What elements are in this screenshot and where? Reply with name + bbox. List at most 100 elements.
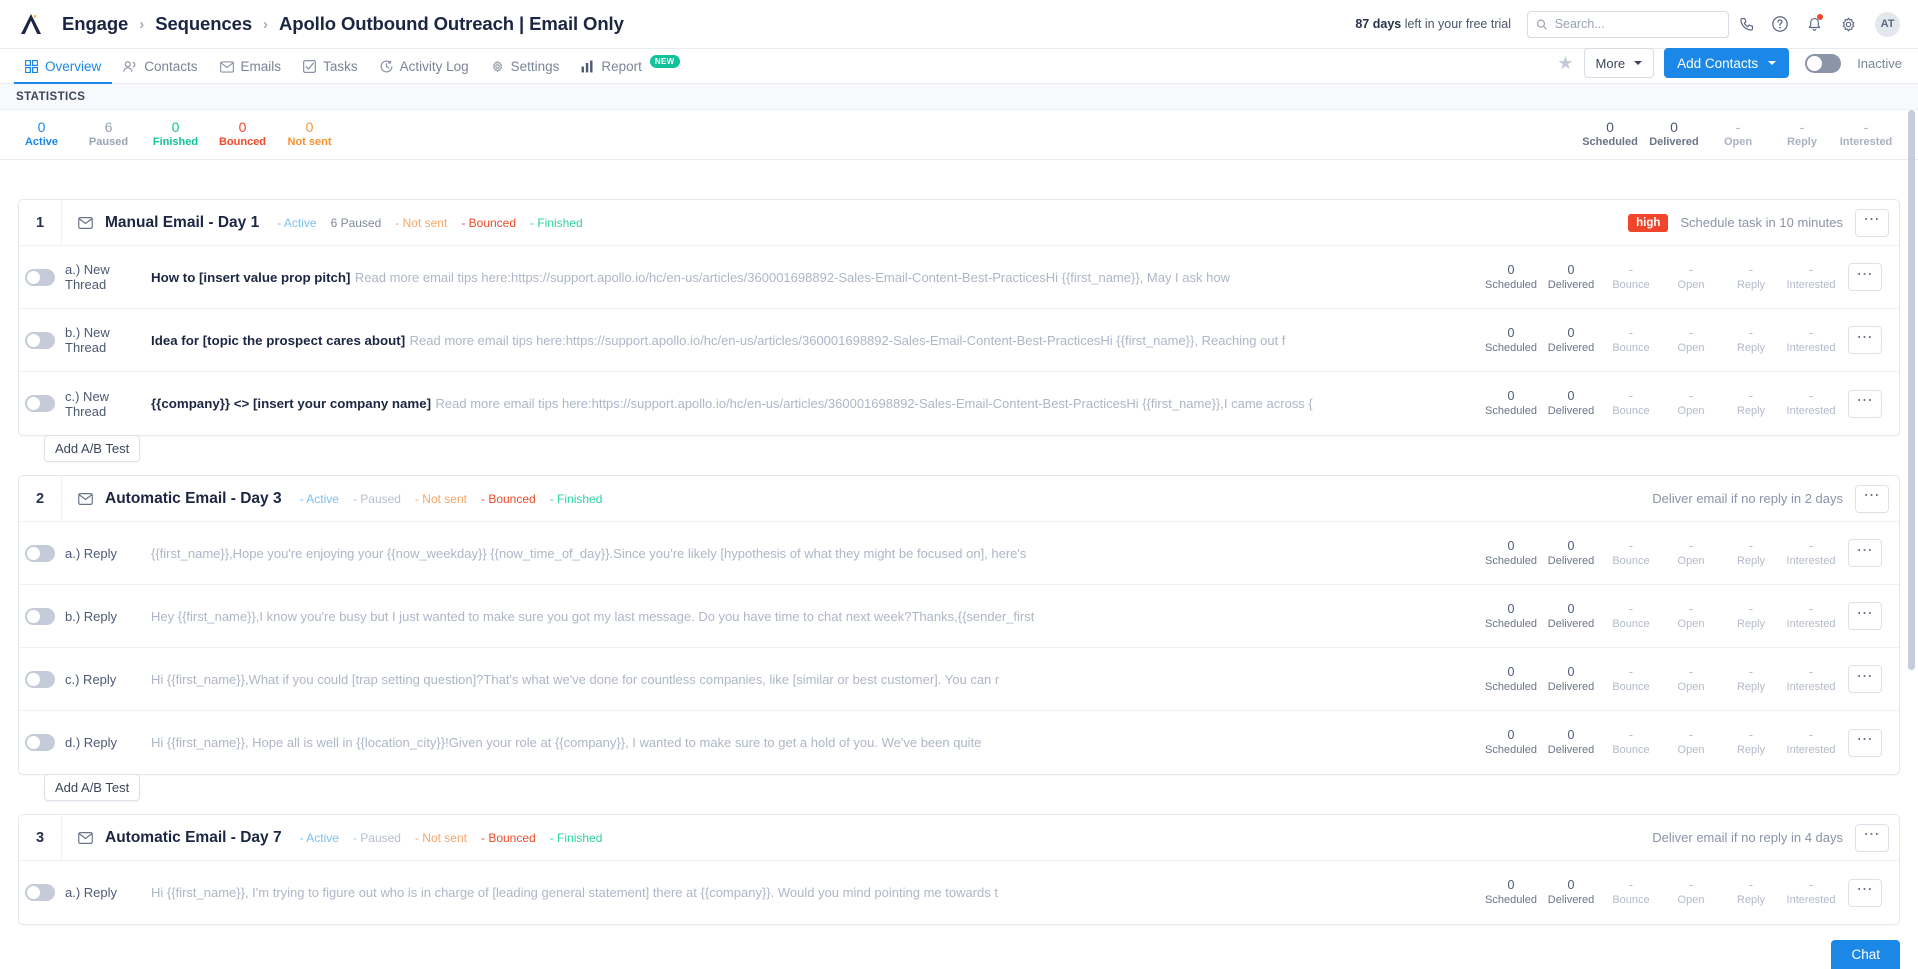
row-stat-value: - <box>1628 325 1634 340</box>
apollo-logo-icon[interactable] <box>14 7 48 41</box>
row-stat-interested: - Interested <box>1781 538 1841 569</box>
sequence-steps-scroll-area[interactable]: 1 Manual Email - Day 1 - Active 6 Paused - N… <box>0 186 1918 969</box>
row-stat-label: Bounce <box>1612 894 1650 906</box>
tab-bar: Overview Contacts Emails Tasks Activity … <box>0 48 1918 84</box>
email-content[interactable]: {{first_name}},Hope you're enjoying your… <box>151 543 1481 564</box>
gear-icon[interactable] <box>1831 7 1865 41</box>
variant-enable-toggle[interactable] <box>25 395 55 412</box>
step-chip: - Finished <box>530 215 583 230</box>
variant-options-button[interactable]: ⋯ <box>1848 602 1882 630</box>
add-ab-test-button[interactable]: Add A/B Test <box>44 774 141 801</box>
variant-enable-toggle[interactable] <box>25 607 55 625</box>
phone-icon[interactable] <box>1729 7 1763 41</box>
variant-options-cell: ⋯ <box>1841 665 1889 693</box>
variant-label: b.) Reply <box>65 608 118 624</box>
variant-stats: 0 Scheduled 0 Delivered - Bounce - Open … <box>1481 262 1841 293</box>
variant-options-button[interactable]: ⋯ <box>1848 878 1882 907</box>
email-content[interactable]: {{company}} <> [insert your company name… <box>151 393 1481 414</box>
add-contacts-button[interactable]: Add Contacts <box>1664 48 1790 78</box>
row-stat-value: - <box>1628 601 1634 616</box>
avatar[interactable]: AT <box>1875 11 1900 37</box>
step-options-button[interactable]: ⋯ <box>1855 823 1889 852</box>
row-stat-scheduled: 0 Scheduled <box>1481 388 1541 419</box>
email-content[interactable]: Hi {{first_name}}, I'm trying to figure … <box>151 882 1481 903</box>
search-input[interactable] <box>1554 17 1720 31</box>
email-variant-row[interactable]: a.) New Thread How to [insert value prop … <box>19 246 1899 309</box>
email-variant-row[interactable]: a.) Reply Hi {{first_name}}, I'm trying t… <box>19 861 1899 924</box>
variant-options-button[interactable]: ⋯ <box>1848 326 1882 354</box>
row-stat-interested: - Interested <box>1781 877 1841 908</box>
tab-emails[interactable]: Emails <box>209 59 293 83</box>
row-stat-label: Open <box>1677 554 1705 567</box>
step-number: 1 <box>35 214 45 231</box>
scrollbar-thumb[interactable] <box>1908 110 1915 670</box>
step-options-button[interactable]: ⋯ <box>1855 484 1889 513</box>
row-stat-interested: - Interested <box>1781 262 1841 293</box>
more-button[interactable]: More <box>1583 48 1655 78</box>
variant-enable-toggle[interactable] <box>25 268 55 286</box>
priority-badge: high <box>1628 213 1669 232</box>
tab-report[interactable]: Report NEW <box>570 55 690 83</box>
variant-enable-toggle[interactable] <box>25 544 55 562</box>
stat-value: - <box>1735 119 1741 135</box>
row-stat-value: 0 <box>1567 601 1575 616</box>
variant-stats: 0 Scheduled 0 Delivered - Bounce - Open … <box>1481 325 1841 356</box>
variant-label: a.) Reply <box>65 885 118 900</box>
bell-icon[interactable] <box>1797 7 1831 41</box>
row-stat-label: Open <box>1677 341 1705 354</box>
help-icon[interactable] <box>1763 7 1797 41</box>
breadcrumb-item-sequences[interactable]: Sequences <box>155 13 252 35</box>
variant-enable-toggle[interactable] <box>25 734 55 751</box>
variant-options-button[interactable]: ⋯ <box>1848 665 1882 693</box>
step-options-button[interactable]: ⋯ <box>1855 208 1889 237</box>
tab-bar-actions: ★ More Add Contacts Inactive <box>1557 48 1902 83</box>
tab-label: Settings <box>510 59 560 74</box>
variant-options-button[interactable]: ⋯ <box>1848 539 1882 567</box>
email-content[interactable]: Idea for [topic the prospect cares about… <box>151 330 1481 351</box>
star-icon[interactable]: ★ <box>1557 54 1573 72</box>
variant-options-button[interactable]: ⋯ <box>1848 728 1882 757</box>
add-ab-test-button[interactable]: Add A/B Test <box>44 435 141 462</box>
email-variant-row[interactable]: c.) New Thread {{company}} <> [insert you… <box>19 372 1899 435</box>
email-variant-row[interactable]: a.) Reply {{first_name}},Hope you're enjo… <box>19 522 1899 585</box>
search-icon <box>1536 19 1547 30</box>
notification-dot <box>1817 14 1823 20</box>
row-stat-label: Scheduled <box>1485 617 1537 630</box>
variant-options-cell: ⋯ <box>1841 389 1889 418</box>
email-variant-row[interactable]: b.) Reply Hey {{first_name}},I know you'r… <box>19 585 1899 648</box>
vertical-scrollbar[interactable] <box>1908 110 1915 963</box>
row-stat-value: - <box>1688 538 1694 553</box>
add-contacts-label: Add Contacts <box>1677 55 1759 71</box>
tab-settings[interactable]: Settings <box>480 59 571 83</box>
email-content[interactable]: Hi {{first_name}}, Hope all is well in {… <box>151 732 1481 753</box>
search-box[interactable] <box>1527 10 1729 38</box>
email-preview: Hey {{first_name}},I know you're busy bu… <box>151 608 1035 624</box>
tab-overview[interactable]: Overview <box>14 59 113 84</box>
variant-options-button[interactable]: ⋯ <box>1848 389 1882 418</box>
variant-options-button[interactable]: ⋯ <box>1848 263 1882 291</box>
tab-contacts[interactable]: Contacts <box>112 59 208 83</box>
tab-tasks[interactable]: Tasks <box>292 59 369 83</box>
row-stat-value: 0 <box>1567 728 1575 742</box>
new-badge: NEW <box>649 55 680 68</box>
row-stat-bounce: - Bounce <box>1601 262 1661 293</box>
row-stat-label: Reply <box>1736 744 1766 756</box>
breadcrumb-item-engage[interactable]: Engage <box>62 13 128 35</box>
variant-options-cell: ⋯ <box>1841 263 1889 291</box>
stat-delivered: 0 Delivered <box>1642 119 1706 150</box>
email-content[interactable]: Hi {{first_name}},What if you could [tra… <box>151 669 1481 690</box>
email-content[interactable]: How to [insert value prop pitch] Read mo… <box>151 267 1481 288</box>
row-stat-value: - <box>1688 601 1694 616</box>
variant-enable-toggle[interactable] <box>25 884 55 901</box>
email-variant-row[interactable]: d.) Reply Hi {{first_name}}, Hope all is … <box>19 711 1899 774</box>
tab-activity-log[interactable]: Activity Log <box>369 59 480 83</box>
email-variant-row[interactable]: c.) Reply Hi {{first_name}},What if you c… <box>19 648 1899 711</box>
email-variant-row[interactable]: b.) New Thread Idea for [topic the prospe… <box>19 309 1899 372</box>
row-stat-label: Bounce <box>1612 405 1650 417</box>
sequence-active-toggle[interactable] <box>1805 53 1842 73</box>
chat-button[interactable]: Chat <box>1831 940 1900 969</box>
variant-enable-toggle[interactable] <box>25 331 55 349</box>
email-content[interactable]: Hey {{first_name}},I know you're busy bu… <box>151 606 1481 627</box>
variant-enable-toggle[interactable] <box>25 670 55 688</box>
row-stat-label: Scheduled <box>1485 405 1537 417</box>
